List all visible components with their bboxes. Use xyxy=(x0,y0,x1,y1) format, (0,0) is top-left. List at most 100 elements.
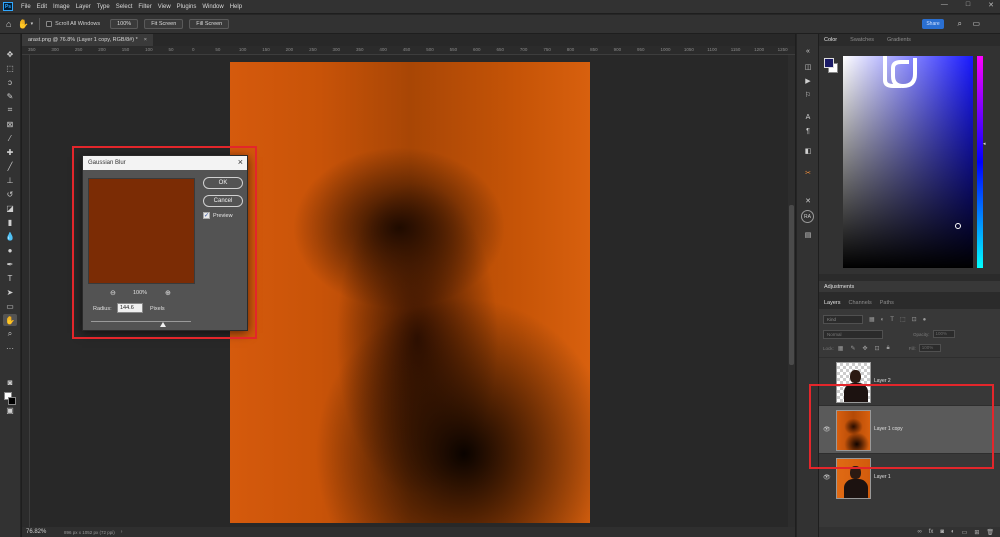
home-icon[interactable]: ⌂ xyxy=(6,19,11,29)
menu-layer[interactable]: Layer xyxy=(73,4,94,10)
plugin-tools-icon[interactable]: ✂ xyxy=(802,168,814,178)
menu-select[interactable]: Select xyxy=(113,4,136,10)
layer-mask-icon[interactable]: ◙ xyxy=(940,529,944,535)
brush-tool-icon[interactable]: ╱ xyxy=(3,160,17,172)
close-icon[interactable]: × xyxy=(238,157,243,167)
lock-pixels-icon[interactable]: ✎ xyxy=(850,345,855,352)
quick-mask-icon[interactable]: ◙ xyxy=(3,376,17,388)
opacity-field[interactable]: 100% xyxy=(932,330,955,338)
eye-icon[interactable]: 👁︎ xyxy=(823,474,831,481)
tab-channels[interactable]: Channels xyxy=(849,300,872,306)
tab-color[interactable]: Color xyxy=(824,37,837,43)
ra-plugin-icon[interactable]: RA xyxy=(801,210,814,223)
fill-screen-button[interactable]: Fill Screen xyxy=(189,19,230,29)
tab-layers[interactable]: Layers xyxy=(824,300,841,306)
vertical-scrollbar[interactable] xyxy=(788,55,795,527)
radius-slider-track[interactable] xyxy=(91,321,191,322)
gradient-tool-icon[interactable]: ▮ xyxy=(3,216,17,228)
lock-artboard-icon[interactable]: ⊡ xyxy=(875,345,880,352)
search-icon[interactable]: ⌕ xyxy=(958,19,962,29)
properties-icon[interactable]: ⚐ xyxy=(802,90,814,100)
tab-paths[interactable]: Paths xyxy=(880,300,894,306)
preview-checkbox-row[interactable]: ✓ Preview xyxy=(203,212,233,219)
layer-name[interactable]: Layer 1 copy xyxy=(874,426,903,432)
screen-mode-icon[interactable]: ▣ xyxy=(3,404,17,416)
adjustment-filter-icon[interactable]: ◐ xyxy=(881,317,885,323)
layer-row-selected[interactable]: 👁︎ Layer 1 copy xyxy=(819,405,1000,453)
layer-row[interactable]: 👁︎ Layer 1 xyxy=(819,453,1000,501)
character-icon[interactable]: A xyxy=(802,112,814,122)
tab-gradients[interactable]: Gradients xyxy=(887,37,911,43)
menu-edit[interactable]: Edit xyxy=(34,4,50,10)
lock-transparency-icon[interactable]: ▦ xyxy=(838,345,844,352)
cancel-button[interactable]: Cancel xyxy=(203,195,243,207)
expand-panels-icon[interactable]: « xyxy=(802,46,814,56)
layer-kind-filter[interactable]: Kind xyxy=(823,315,863,324)
radius-slider-thumb[interactable] xyxy=(160,322,166,327)
pen-tool-icon[interactable]: ✒ xyxy=(3,258,17,270)
workspace-icon[interactable]: ▭ xyxy=(972,19,980,28)
zoom-100-button[interactable]: 100% xyxy=(110,19,139,29)
tab-swatches[interactable]: Swatches xyxy=(850,37,874,43)
group-icon[interactable]: ▭ xyxy=(962,529,968,536)
zoom-tool-icon[interactable]: ⌕ xyxy=(3,328,17,340)
quick-select-tool-icon[interactable]: ✎ xyxy=(3,90,17,102)
healing-brush-tool-icon[interactable]: ✚ xyxy=(3,146,17,158)
frame-tool-icon[interactable]: ⊠ xyxy=(3,118,17,130)
menu-window[interactable]: Window xyxy=(199,4,226,10)
history-brush-tool-icon[interactable]: ↺ xyxy=(3,188,17,200)
foreground-color-swatch[interactable] xyxy=(824,58,834,68)
smart-object-filter-icon[interactable]: ⊡ xyxy=(912,316,917,323)
color-picker-cursor[interactable] xyxy=(955,223,961,229)
dodge-tool-icon[interactable]: ● xyxy=(3,244,17,256)
close-tab-icon[interactable]: × xyxy=(144,37,147,43)
chevron-down-icon[interactable]: ▾ xyxy=(31,21,34,27)
document-canvas[interactable] xyxy=(230,62,590,523)
menu-filter[interactable]: Filter xyxy=(135,4,154,10)
actions-icon[interactable]: ▶ xyxy=(802,76,814,86)
zoom-in-icon[interactable]: ⊕ xyxy=(165,289,171,297)
panel-toggle-icon[interactable]: ▤ xyxy=(802,230,814,240)
hand-tool-icon[interactable]: ✋ xyxy=(3,314,17,326)
menu-plugins[interactable]: Plugins xyxy=(174,4,200,10)
delete-layer-icon[interactable]: 🗑︎ xyxy=(986,529,994,536)
menu-type[interactable]: Type xyxy=(94,4,113,10)
menu-file[interactable]: File xyxy=(18,4,34,10)
tools-icon[interactable]: ✕ xyxy=(802,196,814,206)
layer-name[interactable]: Layer 1 xyxy=(874,474,891,480)
menu-help[interactable]: Help xyxy=(227,4,245,10)
radius-input[interactable] xyxy=(117,303,143,313)
clone-stamp-tool-icon[interactable]: ⊥ xyxy=(3,174,17,186)
rectangle-tool-icon[interactable]: ▭ xyxy=(3,300,17,312)
ok-button[interactable]: OK xyxy=(203,177,243,189)
blur-tool-icon[interactable]: 💧 xyxy=(3,230,17,242)
history-icon[interactable]: ◫ xyxy=(802,62,814,72)
new-layer-icon[interactable]: ⊞ xyxy=(974,529,979,536)
layer-row[interactable]: Layer 2 xyxy=(819,357,1000,405)
eyedropper-tool-icon[interactable]: ⁄ xyxy=(3,132,17,144)
chevron-right-icon[interactable]: › xyxy=(121,529,123,535)
lock-all-icon[interactable]: 🔒︎ xyxy=(887,345,890,352)
zoom-out-icon[interactable]: ⊖ xyxy=(110,289,116,297)
blend-mode-select[interactable]: Normal xyxy=(823,329,883,339)
marquee-tool-icon[interactable]: ⬚ xyxy=(3,62,17,74)
type-filter-icon[interactable]: T xyxy=(890,317,894,323)
minimize-icon[interactable]: — xyxy=(941,1,948,9)
hand-tool-icon[interactable]: ✋ xyxy=(17,19,28,30)
document-tab[interactable]: arast.png @ 76.8% (Layer 1 copy, RGB/8#)… xyxy=(22,34,153,46)
adjustment-layer-icon[interactable]: ◐ xyxy=(951,529,955,535)
crop-tool-icon[interactable]: ⌗ xyxy=(3,104,17,116)
maximize-icon[interactable]: □ xyxy=(966,1,970,9)
eraser-tool-icon[interactable]: ◪ xyxy=(3,202,17,214)
type-tool-icon[interactable]: T xyxy=(3,272,17,284)
move-tool-icon[interactable]: ✥ xyxy=(3,48,17,60)
paragraph-icon[interactable]: ¶ xyxy=(802,126,814,136)
lock-position-icon[interactable]: ✥ xyxy=(862,345,867,352)
libraries-icon[interactable]: ◧ xyxy=(802,146,814,156)
share-button[interactable]: Share xyxy=(922,19,944,29)
filter-toggle-icon[interactable]: ● xyxy=(923,317,927,323)
lasso-tool-icon[interactable]: ↄ xyxy=(3,76,17,88)
more-tools-icon[interactable]: ··· xyxy=(3,342,17,354)
fit-screen-button[interactable]: Fit Screen xyxy=(144,19,184,29)
link-layers-icon[interactable]: ∞ xyxy=(917,529,921,535)
